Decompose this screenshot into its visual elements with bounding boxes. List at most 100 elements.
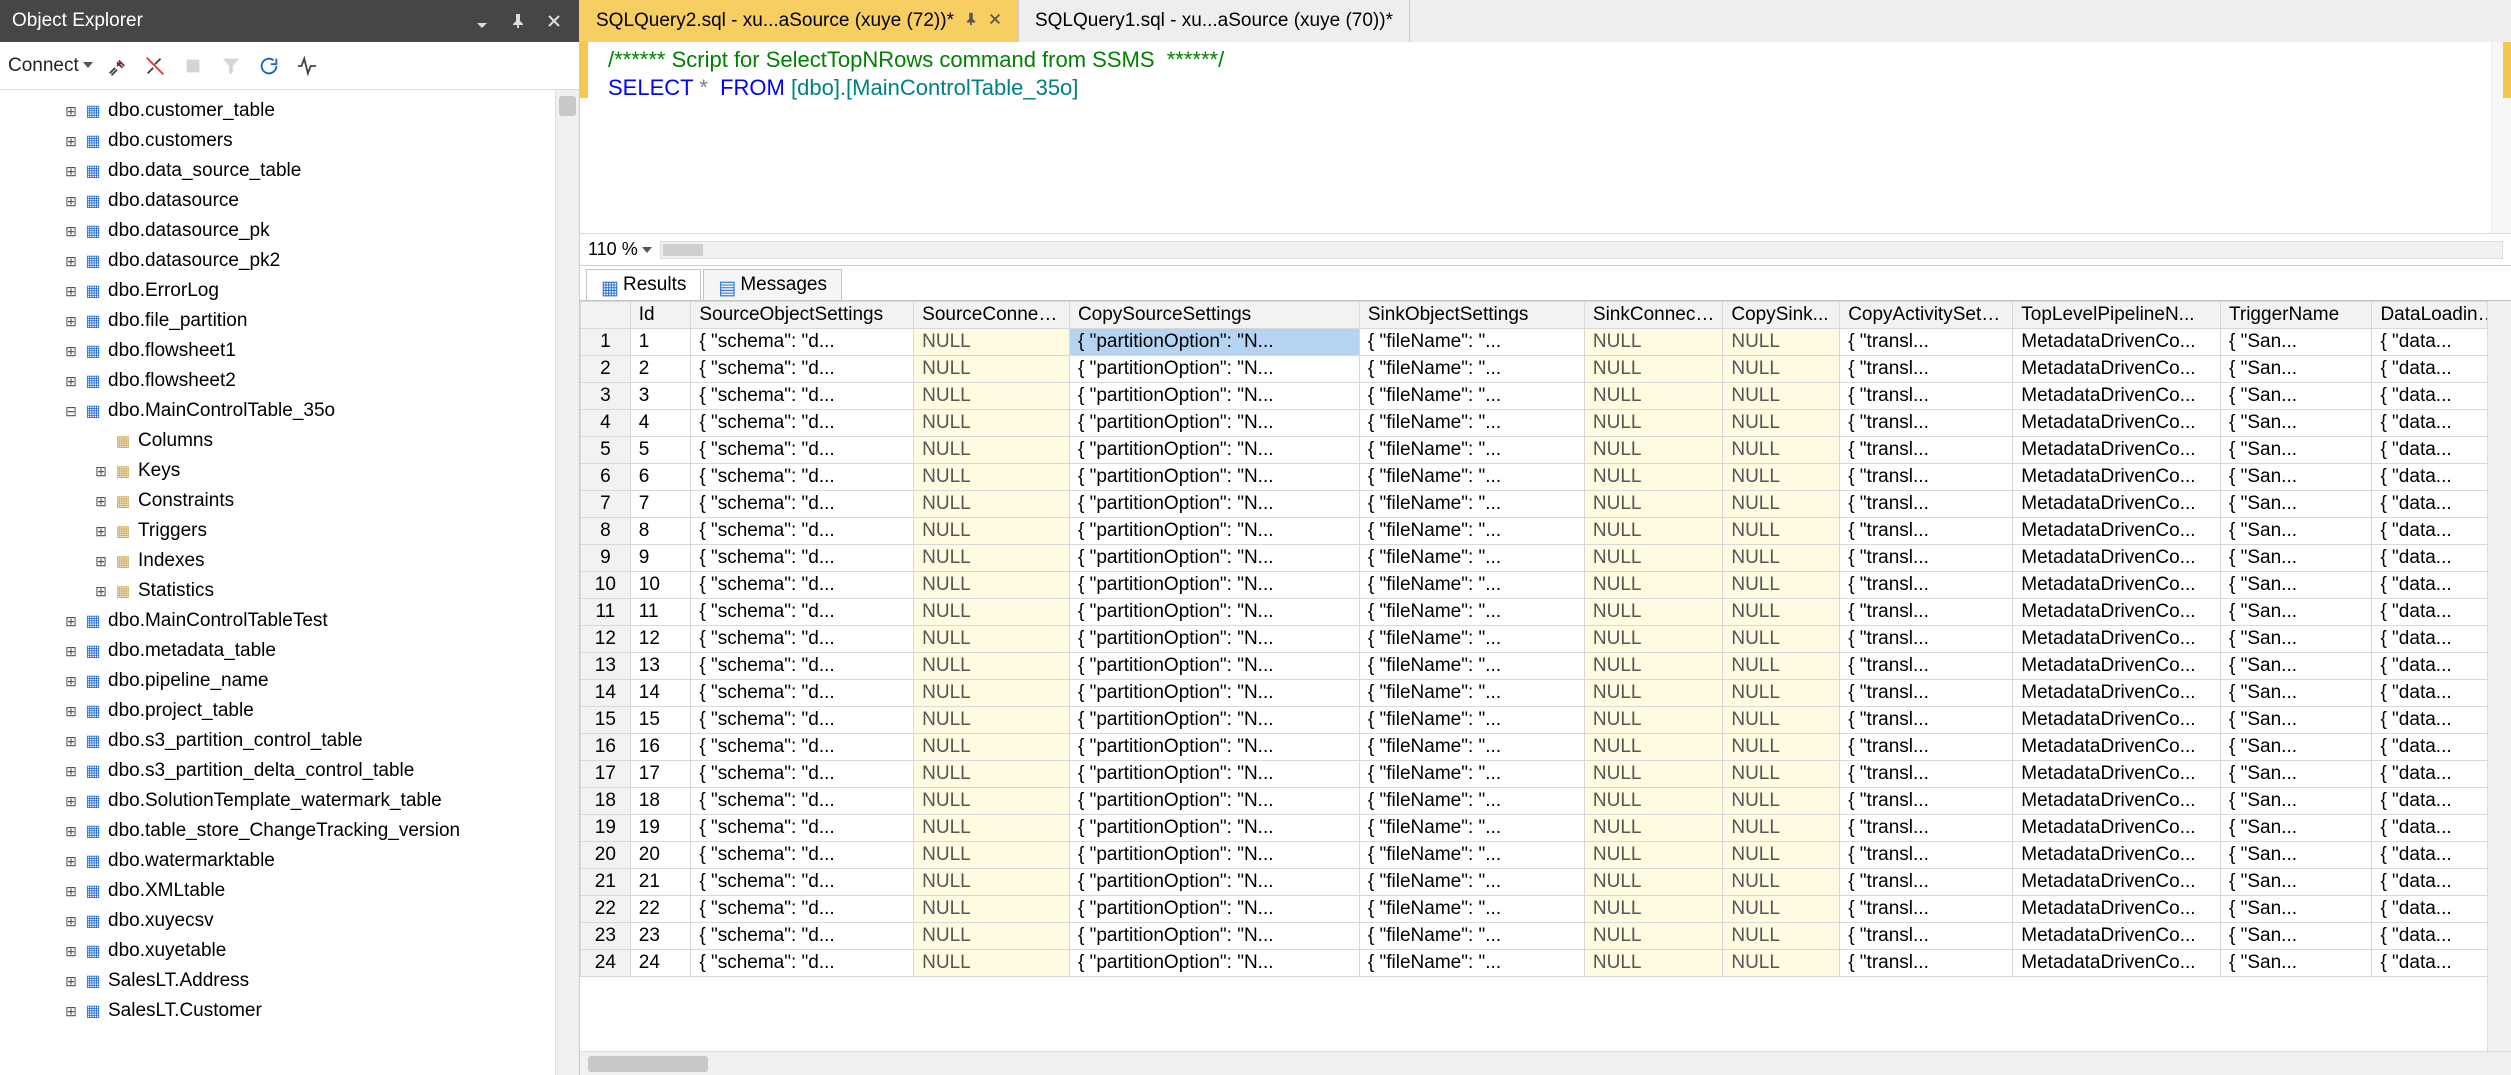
cell[interactable]: NULL (914, 788, 1070, 815)
row-number[interactable]: 16 (581, 734, 631, 761)
cell[interactable]: { "transl... (1840, 518, 2013, 545)
cell[interactable]: 1 (630, 329, 691, 356)
cell[interactable]: { "transl... (1840, 896, 2013, 923)
cell[interactable]: { "San... (2220, 572, 2371, 599)
cell[interactable]: NULL (1584, 491, 1722, 518)
cell[interactable]: 19 (630, 815, 691, 842)
cell[interactable]: { "transl... (1840, 626, 2013, 653)
cell[interactable]: 24 (630, 950, 691, 977)
cell[interactable]: MetadataDrivenCo... (2013, 761, 2221, 788)
cell[interactable]: NULL (914, 545, 1070, 572)
tree-node[interactable]: Constraints (0, 486, 579, 516)
expander-icon[interactable] (64, 644, 78, 658)
expander-icon[interactable] (94, 524, 108, 538)
expander-icon[interactable] (64, 614, 78, 628)
expander-icon[interactable] (64, 734, 78, 748)
results-grid[interactable]: IdSourceObjectSettingsSourceConnec...Cop… (580, 300, 2511, 1075)
cell[interactable]: NULL (914, 572, 1070, 599)
cell[interactable]: { "fileName": "... (1359, 761, 1584, 788)
cell[interactable]: NULL (914, 518, 1070, 545)
table-row[interactable]: 55{ "schema": "d...NULL{ "partitionOptio… (581, 437, 2511, 464)
cell[interactable]: 23 (630, 923, 691, 950)
connect-dropdown[interactable]: Connect (8, 55, 93, 77)
table-row[interactable]: 2121{ "schema": "d...NULL{ "partitionOpt… (581, 869, 2511, 896)
cell[interactable]: { "transl... (1840, 788, 2013, 815)
cell[interactable]: { "schema": "d... (691, 518, 914, 545)
cell[interactable]: NULL (1584, 329, 1722, 356)
cell[interactable]: { "fileName": "... (1359, 707, 1584, 734)
cell[interactable]: { "schema": "d... (691, 410, 914, 437)
cell[interactable]: 2 (630, 356, 691, 383)
table-row[interactable]: 99{ "schema": "d...NULL{ "partitionOptio… (581, 545, 2511, 572)
cell[interactable]: { "schema": "d... (691, 788, 914, 815)
cell[interactable]: { "fileName": "... (1359, 788, 1584, 815)
cell[interactable]: { "schema": "d... (691, 653, 914, 680)
cell[interactable]: { "transl... (1840, 410, 2013, 437)
cell[interactable]: NULL (914, 680, 1070, 707)
pin-icon[interactable] (964, 10, 978, 32)
cell[interactable]: { "San... (2220, 707, 2371, 734)
cell[interactable]: { "partitionOption": "N... (1069, 653, 1359, 680)
expander-icon[interactable] (64, 824, 78, 838)
cell[interactable]: NULL (914, 626, 1070, 653)
cell[interactable]: NULL (1723, 491, 1840, 518)
cell[interactable]: NULL (1584, 734, 1722, 761)
cell[interactable]: 20 (630, 842, 691, 869)
autohide-pin-icon[interactable] (505, 8, 531, 34)
cell[interactable]: 3 (630, 383, 691, 410)
cell[interactable]: { "partitionOption": "N... (1069, 923, 1359, 950)
cell[interactable]: NULL (1584, 599, 1722, 626)
cell[interactable]: { "partitionOption": "N... (1069, 572, 1359, 599)
expander-icon[interactable] (64, 974, 78, 988)
tree-node[interactable]: dbo.flowsheet1 (0, 336, 579, 366)
cell[interactable]: MetadataDrivenCo... (2013, 545, 2221, 572)
cell[interactable]: { "transl... (1840, 491, 2013, 518)
table-row[interactable]: 1919{ "schema": "d...NULL{ "partitionOpt… (581, 815, 2511, 842)
activity-monitor-icon[interactable] (293, 52, 321, 80)
tree-node[interactable]: dbo.customers (0, 126, 579, 156)
explorer-scrollbar[interactable] (555, 90, 579, 1075)
cell[interactable]: { "transl... (1840, 815, 2013, 842)
table-row[interactable]: 1212{ "schema": "d...NULL{ "partitionOpt… (581, 626, 2511, 653)
cell[interactable]: { "fileName": "... (1359, 842, 1584, 869)
tree-node[interactable]: dbo.customer_table (0, 96, 579, 126)
expander-icon[interactable] (64, 794, 78, 808)
cell[interactable]: NULL (1723, 599, 1840, 626)
cell[interactable]: { "fileName": "... (1359, 626, 1584, 653)
tree-node[interactable]: dbo.datasource (0, 186, 579, 216)
cell[interactable]: NULL (1723, 950, 1840, 977)
cell[interactable]: { "transl... (1840, 707, 2013, 734)
cell[interactable]: NULL (914, 464, 1070, 491)
table-row[interactable]: 88{ "schema": "d...NULL{ "partitionOptio… (581, 518, 2511, 545)
cell[interactable]: NULL (1584, 653, 1722, 680)
expander-icon[interactable] (64, 404, 78, 418)
tree-node[interactable]: dbo.XMLtable (0, 876, 579, 906)
cell[interactable]: NULL (914, 410, 1070, 437)
cell[interactable]: MetadataDrivenCo... (2013, 572, 2221, 599)
expander-icon[interactable] (64, 104, 78, 118)
cell[interactable]: { "fileName": "... (1359, 950, 1584, 977)
cell[interactable]: { "fileName": "... (1359, 329, 1584, 356)
expander-icon[interactable] (64, 854, 78, 868)
tree-node[interactable]: dbo.s3_partition_control_table (0, 726, 579, 756)
tree-node[interactable]: dbo.pipeline_name (0, 666, 579, 696)
cell[interactable]: NULL (1723, 680, 1840, 707)
cell[interactable]: { "transl... (1840, 680, 2013, 707)
cell[interactable]: { "schema": "d... (691, 734, 914, 761)
cell[interactable]: { "transl... (1840, 356, 2013, 383)
cell[interactable]: NULL (1723, 329, 1840, 356)
row-number[interactable]: 13 (581, 653, 631, 680)
cell[interactable]: NULL (914, 761, 1070, 788)
cell[interactable]: NULL (1723, 464, 1840, 491)
column-header[interactable]: SinkConnecti... (1584, 302, 1722, 329)
cell[interactable]: NULL (1723, 545, 1840, 572)
cell[interactable]: NULL (1584, 815, 1722, 842)
table-row[interactable]: 44{ "schema": "d...NULL{ "partitionOptio… (581, 410, 2511, 437)
row-number[interactable]: 21 (581, 869, 631, 896)
refresh-icon[interactable] (255, 52, 283, 80)
cell[interactable]: { "schema": "d... (691, 761, 914, 788)
cell[interactable]: { "San... (2220, 950, 2371, 977)
tree-node[interactable]: dbo.s3_partition_delta_control_table (0, 756, 579, 786)
table-row[interactable]: 66{ "schema": "d...NULL{ "partitionOptio… (581, 464, 2511, 491)
table-row[interactable]: 1010{ "schema": "d...NULL{ "partitionOpt… (581, 572, 2511, 599)
